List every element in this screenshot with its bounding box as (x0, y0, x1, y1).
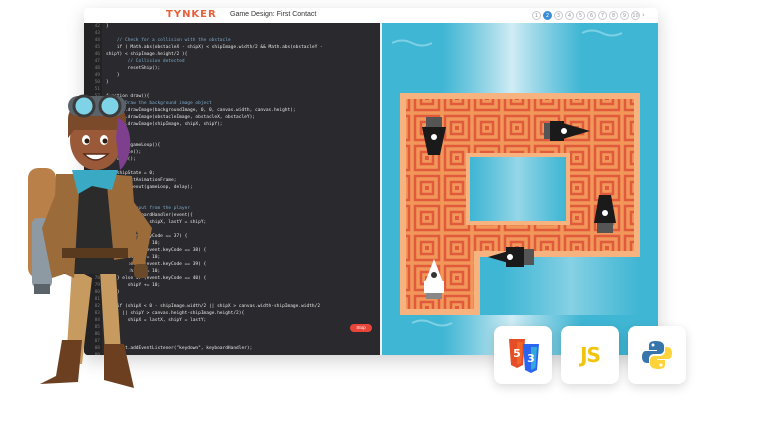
code-line[interactable]: 48 resetShip(); (84, 65, 380, 72)
game-canvas (382, 23, 658, 355)
code-line[interactable]: 44 // Check for a collision with the obs… (84, 37, 380, 44)
html5-css3-icon: 5 3 (509, 339, 539, 373)
code-text: resetShip(); (106, 66, 161, 71)
code-line[interactable]: 47 // Collision detected (84, 58, 380, 65)
page-2-button[interactable]: 2 (543, 11, 552, 20)
line-number: 43 (94, 31, 100, 36)
code-line[interactable]: 45 if ( Math.abs(obstacleX - shipX) < sh… (84, 44, 380, 51)
stop-button[interactable]: Stop (350, 324, 372, 332)
page-5-button[interactable]: 5 (576, 11, 585, 20)
page-9-button[interactable]: 9 (620, 11, 629, 20)
python-icon (642, 341, 672, 369)
html5-css3-card[interactable]: 5 3 (494, 326, 552, 384)
python-card[interactable] (628, 326, 686, 384)
game-preview[interactable] (382, 23, 658, 355)
lesson-pagination: 1 2 3 4 5 6 7 8 9 10 › (532, 11, 645, 20)
line-number: 45 (94, 45, 100, 50)
line-number: 46 (94, 52, 100, 57)
title-bar: TYNKER Game Design: First Contact 123456… (84, 8, 658, 24)
code-text: // Check for a collision with the obstac… (106, 38, 231, 43)
javascript-icon: JS (580, 343, 601, 367)
line-number: 44 (94, 38, 100, 43)
javascript-card[interactable]: JS (561, 326, 619, 384)
page-10-button[interactable]: 10 (631, 11, 640, 20)
page-6-button[interactable]: 6 (587, 11, 596, 20)
lesson-title: Game Design: First Contact (230, 11, 317, 18)
page-4-button[interactable]: 4 (565, 11, 574, 20)
page-3-button[interactable]: 3 (554, 11, 563, 20)
line-number: 42 (94, 24, 100, 29)
svg-text:5: 5 (513, 347, 521, 360)
line-number: 47 (94, 59, 100, 64)
page-1-button[interactable]: 1 (532, 11, 541, 20)
next-page-icon[interactable]: › (642, 11, 645, 20)
code-line[interactable]: 46 shipY) < shipImage.height/2 ){ (84, 51, 380, 58)
code-text: shipY) < shipImage.height/2 ){ (106, 52, 188, 57)
page-8-button[interactable]: 8 (609, 11, 618, 20)
code-line[interactable]: 42} (84, 23, 380, 30)
code-text: } (106, 24, 109, 29)
code-text: // Collision detected (106, 59, 185, 64)
tynker-logo[interactable]: TYNKER (166, 9, 217, 20)
code-text: if ( Math.abs(obstacleX - shipX) < shipI… (106, 45, 323, 50)
line-number: 48 (94, 66, 100, 71)
code-line[interactable]: 43 (84, 30, 380, 37)
page-7-button[interactable]: 7 (598, 11, 607, 20)
pilot-mascot-illustration (28, 94, 152, 388)
svg-text:3: 3 (527, 352, 535, 365)
